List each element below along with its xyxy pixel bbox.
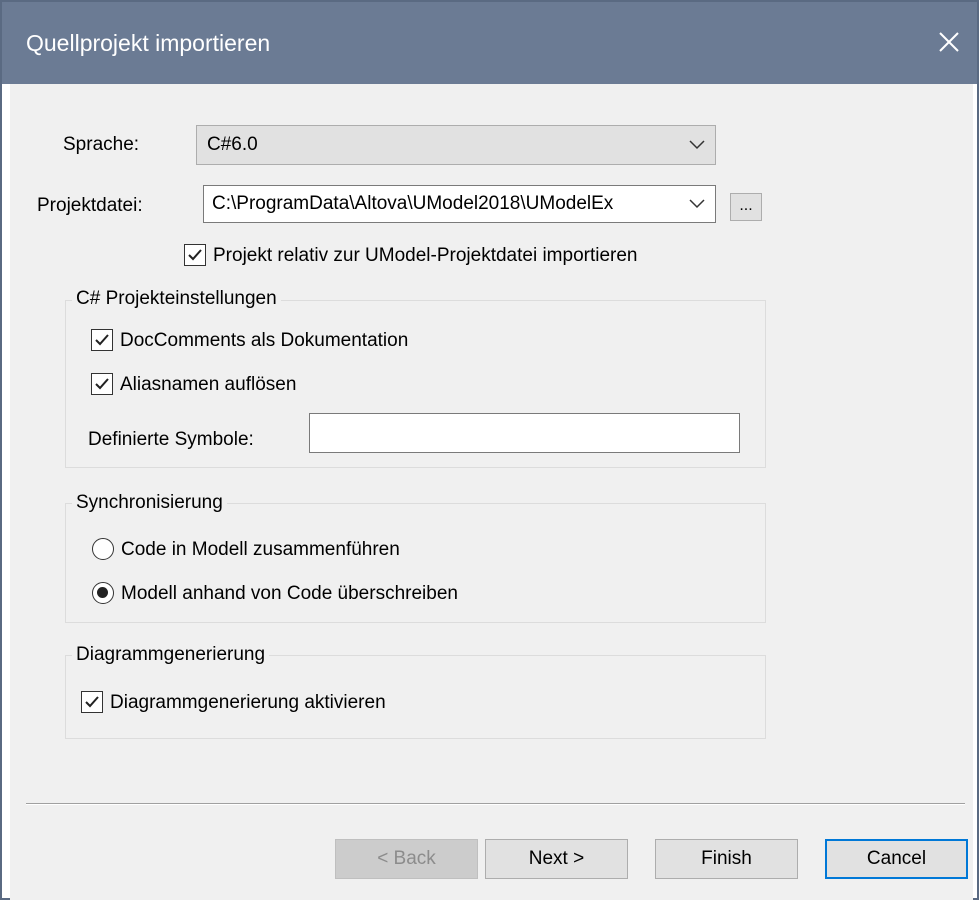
- doccomments-label[interactable]: DocComments als Dokumentation: [120, 330, 408, 352]
- defined-symbols-label: Definierte Symbole:: [88, 429, 254, 450]
- csharp-settings-title: C# Projekteinstellungen: [72, 288, 281, 310]
- checkmark-icon: [85, 696, 99, 708]
- cancel-button[interactable]: Cancel: [825, 839, 968, 879]
- diagram-enable-checkbox[interactable]: [81, 691, 103, 713]
- relative-import-checkbox[interactable]: [184, 244, 206, 266]
- sync-overwrite-label[interactable]: Modell anhand von Code überschreiben: [121, 583, 458, 605]
- finish-button[interactable]: Finish: [655, 839, 798, 879]
- chevron-down-icon: [689, 140, 705, 150]
- projectfile-label: Projektdatei:: [37, 195, 143, 216]
- projectfile-combobox[interactable]: C:\ProgramData\Altova\UModel2018\UModelE…: [203, 185, 716, 223]
- title-bar: Quellprojekt importieren: [2, 2, 977, 84]
- back-button[interactable]: < Back: [335, 839, 478, 879]
- diagram-enable-label[interactable]: Diagrammgenerierung aktivieren: [110, 692, 386, 714]
- chevron-down-icon: [689, 199, 705, 209]
- resolve-aliases-label[interactable]: Aliasnamen auflösen: [120, 374, 296, 396]
- projectfile-value: C:\ProgramData\Altova\UModel2018\UModelE…: [212, 193, 614, 214]
- dialog-title: Quellprojekt importieren: [26, 30, 271, 56]
- sync-overwrite-radio[interactable]: [92, 582, 114, 604]
- diagram-title: Diagrammgenerierung: [72, 644, 270, 666]
- radio-selected-dot: [97, 587, 108, 598]
- sync-title: Synchronisierung: [72, 492, 227, 514]
- checkmark-icon: [188, 249, 202, 261]
- sync-merge-label[interactable]: Code in Modell zusammenführen: [121, 539, 400, 561]
- next-button[interactable]: Next >: [485, 839, 628, 879]
- close-icon: [939, 32, 959, 52]
- defined-symbols-input[interactable]: [309, 413, 740, 453]
- checkmark-icon: [95, 378, 109, 390]
- doccomments-checkbox[interactable]: [91, 329, 113, 351]
- language-value: C#6.0: [207, 134, 258, 155]
- sync-merge-radio[interactable]: [92, 538, 114, 560]
- close-button[interactable]: [927, 20, 971, 64]
- relative-import-label[interactable]: Projekt relativ zur UModel-Projektdatei …: [213, 245, 638, 267]
- sync-group: [65, 503, 766, 623]
- resolve-aliases-checkbox[interactable]: [91, 373, 113, 395]
- import-source-project-dialog: Quellprojekt importieren Sprache: C#6.0 …: [0, 0, 979, 900]
- separator: [26, 803, 965, 805]
- checkmark-icon: [95, 334, 109, 346]
- browse-button[interactable]: ...: [730, 193, 762, 221]
- language-combobox[interactable]: C#6.0: [196, 125, 716, 165]
- language-label: Sprache:: [63, 134, 140, 155]
- dialog-content: Sprache: C#6.0 Projektdatei: C:\ProgramD…: [10, 84, 973, 900]
